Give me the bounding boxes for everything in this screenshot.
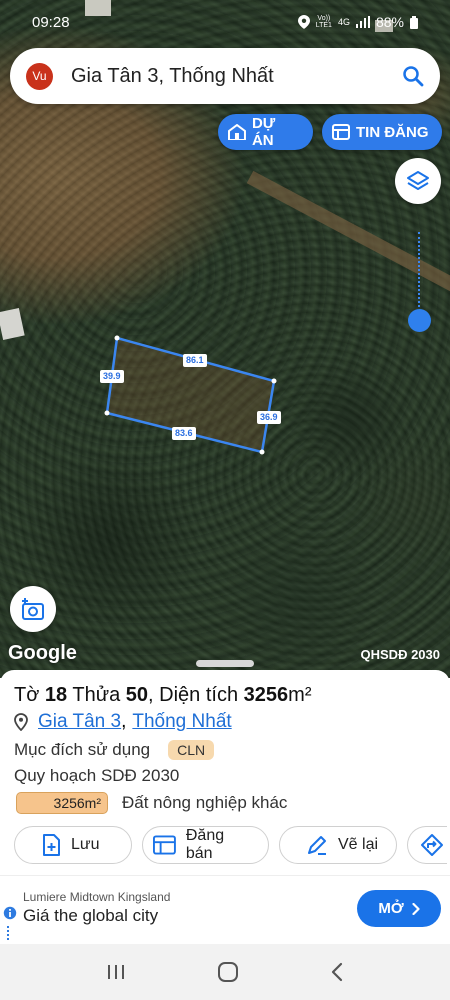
plan-land-type: Đất nông nghiệp khác <box>122 793 288 812</box>
action-buttons: Lưu Đăng bán Vẽ lại <box>14 826 447 866</box>
parcel-edge-top-label: 86.1 <box>183 354 207 367</box>
ad-open-button[interactable]: MỞ <box>357 890 441 927</box>
listings-button[interactable]: TIN ĐĂNG <box>322 114 442 150</box>
map-sheet-number: 18 <box>44 684 68 706</box>
camera-button[interactable] <box>10 586 56 632</box>
directions-button[interactable] <box>407 826 447 864</box>
listing-icon <box>332 124 350 140</box>
ad-choices-dots <box>7 926 10 940</box>
status-time: 09:28 <box>32 13 70 31</box>
ad-open-label: MỞ <box>378 900 404 917</box>
ad-advertiser: Lumiere Midtown Kingsland <box>23 890 171 904</box>
post-sale-button-label: Đăng bán <box>185 827 225 862</box>
layers-button[interactable] <box>395 158 441 204</box>
plot-label: Thửa <box>72 684 121 706</box>
plan-area-badge: 3256m² <box>16 792 108 814</box>
location-pin-icon <box>14 713 28 731</box>
search-bar[interactable]: Vu Gia Tân 3, Thống Nhất <box>10 48 440 104</box>
home-icon[interactable] <box>217 961 239 983</box>
add-document-icon <box>43 834 60 856</box>
plan-area-row: 3256m² Đất nông nghiệp khác <box>16 792 287 814</box>
ad-info-icon[interactable] <box>3 906 17 920</box>
battery-percent: 88% <box>375 14 404 30</box>
redraw-button[interactable]: Vẽ lại <box>279 826 397 864</box>
parcel-vertex <box>259 449 265 455</box>
listings-button-label: TIN ĐĂNG <box>356 123 429 141</box>
recent-apps-icon[interactable] <box>106 963 126 981</box>
area-unit: m² <box>288 684 312 706</box>
layers-icon <box>407 171 429 190</box>
map-layer-label: QHSDĐ 2030 <box>360 647 440 662</box>
network-type: 4G <box>337 17 350 27</box>
purpose-label: Mục đích sử dụng <box>14 740 151 759</box>
post-sale-button[interactable]: Đăng bán <box>142 826 269 864</box>
save-button-label: Lưu <box>71 836 100 853</box>
parcel-vertex <box>271 378 277 384</box>
volte-bottom-text: LTE1 <box>315 22 332 29</box>
opacity-slider-track[interactable] <box>418 232 420 307</box>
sheet-drag-handle[interactable] <box>196 660 254 667</box>
area-value: 3256 <box>243 684 289 706</box>
add-photo-icon <box>22 598 44 620</box>
location-icon <box>297 15 310 29</box>
parcel-title: Tờ 18 Thửa 50, Diện tích 3256m² <box>14 684 312 706</box>
redraw-button-label: Vẽ lại <box>338 836 379 853</box>
parcel-edge-right-label: 36.9 <box>257 411 281 424</box>
status-icons: Vo)) LTE1 4G 88% <box>297 14 418 30</box>
projects-button-label: DỰ ÁN <box>251 115 276 149</box>
district-link[interactable]: Thống Nhất <box>132 711 231 733</box>
parcel-vertex <box>114 335 120 341</box>
ad-headline: Giá the global city <box>23 906 159 925</box>
search-icon[interactable] <box>402 65 424 87</box>
directions-icon <box>421 834 443 856</box>
opacity-slider-handle[interactable] <box>408 309 431 332</box>
ward-link[interactable]: Gia Tân 3 <box>38 711 121 733</box>
google-logo: Google <box>8 642 77 664</box>
search-input[interactable]: Gia Tân 3, Thống Nhất <box>71 65 402 88</box>
parcel-edge-bottom-label: 83.6 <box>172 427 196 440</box>
parcel-location: Gia Tân 3 , Thống Nhất <box>14 711 232 733</box>
purpose-code-badge: CLN <box>168 740 215 760</box>
plan-label: Quy hoạch SDĐ 2030 <box>14 766 180 785</box>
parcel-edge-left-label: 39.9 <box>100 370 124 383</box>
area-label: Diện tích <box>159 684 239 706</box>
back-icon[interactable] <box>330 962 344 982</box>
building-icon <box>228 124 246 140</box>
volte-top-text: Vo)) <box>317 15 331 22</box>
avatar[interactable]: Vu <box>26 62 53 90</box>
projects-button[interactable]: DỰ ÁN <box>218 114 313 150</box>
draw-pen-icon <box>308 836 326 855</box>
listing-board-icon <box>153 835 176 855</box>
location-separator: , <box>121 711 127 732</box>
system-nav-bar <box>0 944 450 1000</box>
status-bar: 09:28 Vo)) LTE1 4G 88% <box>0 0 450 44</box>
plot-number: 50 <box>125 684 149 706</box>
map-sheet-label: Tờ <box>14 684 40 706</box>
signal-icon <box>355 16 370 28</box>
volte-indicator: Vo)) LTE1 <box>316 15 332 29</box>
land-use-purpose: Mục đích sử dụng CLN <box>14 740 215 760</box>
battery-icon <box>410 15 418 29</box>
parcel-vertex <box>104 410 110 416</box>
save-button[interactable]: Lưu <box>14 826 132 864</box>
chevron-right-icon <box>412 902 420 915</box>
